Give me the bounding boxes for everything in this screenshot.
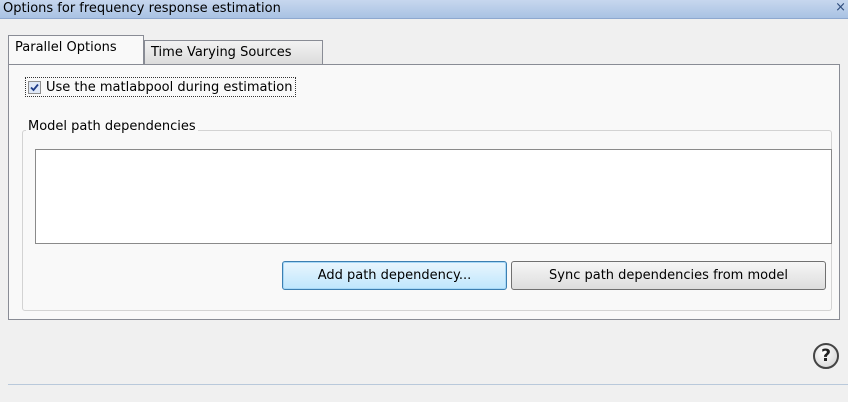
checkbox-box[interactable] bbox=[28, 80, 41, 94]
checkmark-icon bbox=[30, 83, 39, 91]
dialog-title-bar: Options for frequency response estimatio… bbox=[0, 0, 848, 19]
tab-parallel-options[interactable]: Parallel Options bbox=[8, 35, 144, 64]
path-dependencies-list[interactable] bbox=[35, 149, 832, 244]
use-matlabpool-checkbox[interactable]: Use the matlabpool during estimation bbox=[25, 77, 297, 97]
use-matlabpool-label: Use the matlabpool during estimation bbox=[46, 79, 293, 95]
close-icon[interactable]: × bbox=[835, 0, 846, 15]
sync-path-dependencies-button[interactable]: Sync path dependencies from model bbox=[511, 261, 826, 290]
add-path-dependency-button[interactable]: Add path dependency... bbox=[282, 261, 507, 290]
question-mark-help-icon[interactable]: ? bbox=[813, 343, 839, 369]
dialog-title: Options for frequency response estimatio… bbox=[3, 1, 281, 16]
model-path-dependencies-label: Model path dependencies bbox=[26, 119, 198, 134]
tab-time-varying-sources[interactable]: Time Varying Sources bbox=[144, 40, 323, 64]
parallel-options-panel: Use the matlabpool during estimation Mod… bbox=[8, 64, 840, 320]
footer-divider bbox=[8, 384, 848, 385]
